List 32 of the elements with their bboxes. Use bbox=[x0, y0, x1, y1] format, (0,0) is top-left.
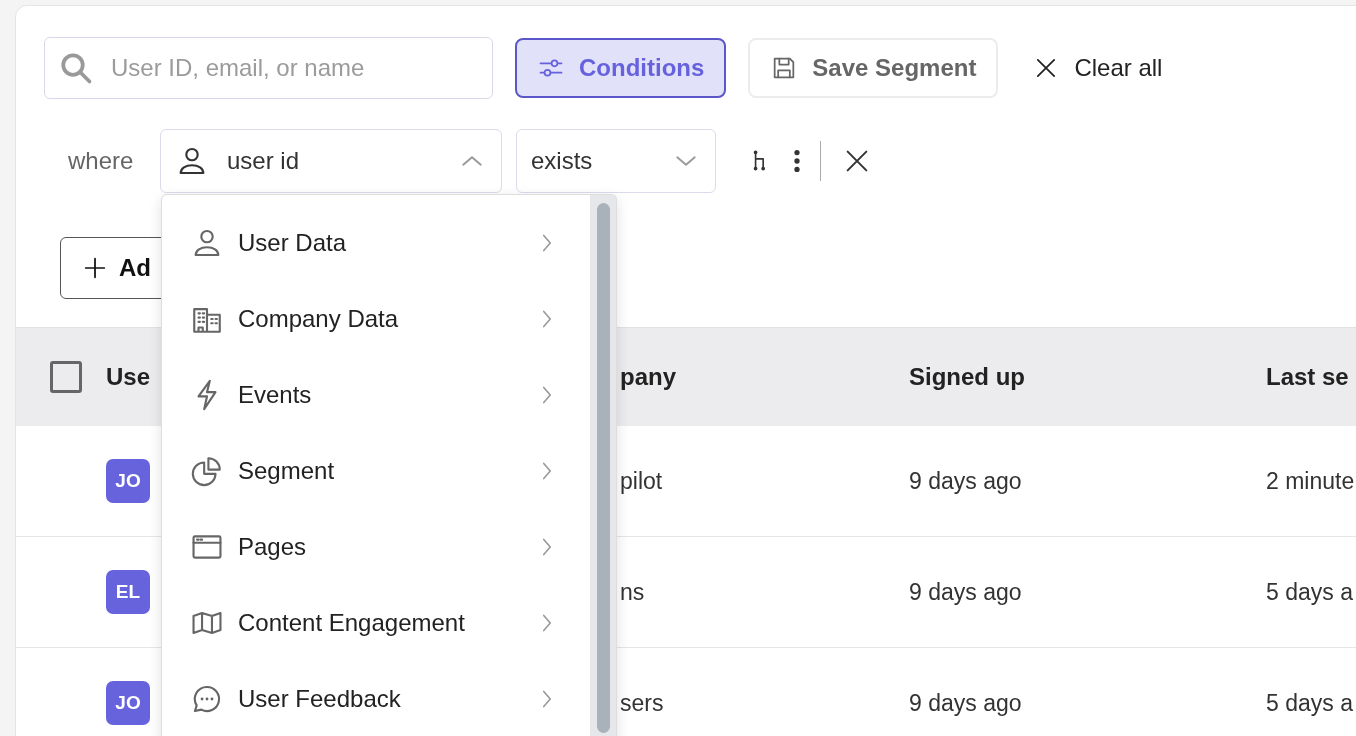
table-cell: 9 days ago bbox=[909, 689, 1022, 716]
column-header: Signed up bbox=[909, 363, 1025, 390]
avatar: EL bbox=[106, 570, 150, 614]
operator-select[interactable]: exists bbox=[516, 129, 716, 193]
search-icon bbox=[58, 50, 94, 86]
menu-item[interactable]: Events bbox=[162, 357, 590, 433]
menu-item[interactable]: User Feedback bbox=[162, 661, 590, 736]
save-button[interactable]: Save Segment bbox=[748, 38, 999, 98]
scrollbar[interactable] bbox=[590, 195, 616, 736]
column-header: Use bbox=[106, 363, 151, 390]
pie-chart-icon bbox=[190, 454, 224, 488]
menu-item[interactable]: Pages bbox=[162, 509, 590, 585]
table-cell: 5 days a bbox=[1266, 578, 1353, 605]
table-cell: ns bbox=[620, 578, 645, 605]
where-label: where bbox=[68, 147, 135, 175]
clear-all-button[interactable]: Clear all bbox=[1020, 38, 1175, 98]
table-cell: 9 days ago bbox=[909, 578, 1022, 605]
menu-item[interactable]: Segment bbox=[162, 433, 590, 509]
avatar: JO bbox=[106, 459, 150, 503]
search-field[interactable]: User ID, email, or name bbox=[44, 37, 493, 99]
table-cell: pilot bbox=[620, 467, 663, 494]
table-cell: 9 days ago bbox=[909, 467, 1022, 494]
more-options-icon[interactable] bbox=[794, 149, 800, 173]
table-cell: sers bbox=[620, 689, 664, 716]
column-header: pany bbox=[620, 363, 676, 390]
select-all-checkbox[interactable] bbox=[50, 361, 82, 393]
table-cell: 5 days a bbox=[1266, 689, 1353, 716]
avatar: JO bbox=[106, 681, 150, 725]
conditions-button[interactable]: Conditions bbox=[515, 38, 727, 98]
table-cell: 2 minute bbox=[1266, 467, 1355, 494]
menu-item[interactable]: Content Engagement bbox=[162, 585, 590, 661]
column-header: Last se bbox=[1266, 363, 1349, 390]
